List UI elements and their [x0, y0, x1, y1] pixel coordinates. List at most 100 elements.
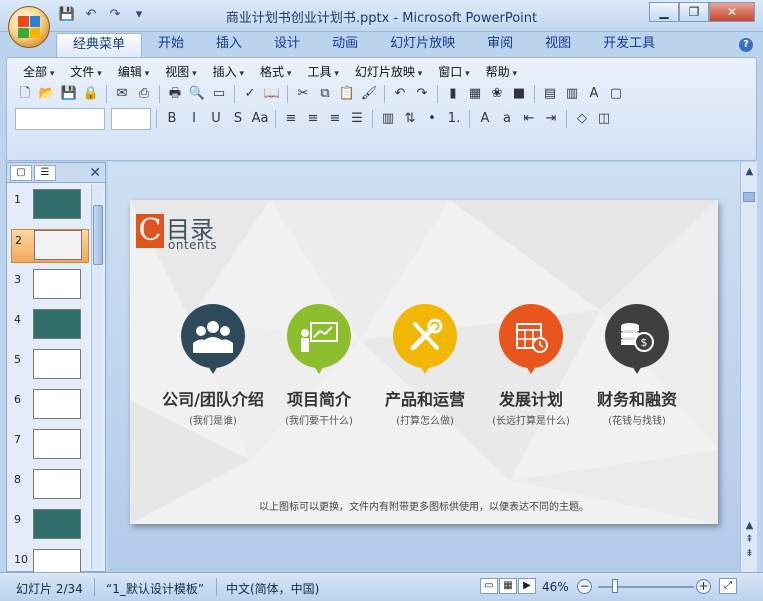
next-slide-icon[interactable]: ⇟ [741, 548, 758, 559]
zoom-level[interactable]: 46% [542, 580, 569, 594]
page-setup-icon[interactable]: ▭ [209, 84, 229, 104]
italic-icon[interactable]: I [184, 109, 204, 129]
normal-view-button[interactable]: ▭ [480, 578, 498, 594]
fit-to-window-button[interactable]: ⤢ [719, 578, 737, 594]
redo-icon[interactable]: ↷ [412, 84, 432, 104]
language-indicator[interactable]: 中文(简体，中国) [226, 580, 319, 597]
menu-item-7[interactable]: 幻灯片放映 [347, 64, 430, 82]
paste-icon[interactable]: 📋 [337, 84, 357, 104]
zoom-in-button[interactable]: + [696, 579, 711, 594]
current-slide[interactable]: C 目录 ontents 公司/团队介绍 (我们是谁) 项目简介 (我们要干什么… [130, 200, 718, 524]
font-shrink-icon[interactable]: a [497, 109, 517, 129]
open-icon[interactable]: 📂 [37, 84, 57, 104]
slides-tab[interactable]: ▢ [10, 164, 32, 181]
tab-8[interactable]: 开发工具 [587, 33, 671, 57]
menu-item-0[interactable]: 全部 [15, 64, 62, 82]
research-icon[interactable]: 📖 [262, 84, 282, 104]
justify-icon[interactable]: ☰ [347, 109, 367, 129]
theme-name[interactable]: “1_默认设计模板” [106, 580, 204, 597]
menu-item-9[interactable]: 帮助 [478, 64, 525, 82]
align-center-icon[interactable]: ≡ [303, 109, 323, 129]
new-icon[interactable]: 🗋 [15, 84, 35, 104]
text-direction-icon[interactable]: ⇅ [400, 109, 420, 129]
increase-indent-icon[interactable]: ⇥ [541, 109, 561, 129]
scroll-thumb[interactable] [743, 192, 755, 202]
slide-thumbnail[interactable]: 3 [11, 269, 89, 303]
previous-slide-icon[interactable]: ⇞ [741, 534, 758, 545]
slide-thumbnail[interactable]: 7 [11, 429, 89, 463]
numbering-icon[interactable]: 1. [444, 109, 464, 129]
menu-item-3[interactable]: 视图 [157, 64, 204, 82]
decrease-indent-icon[interactable]: ⇤ [519, 109, 539, 129]
minimize-button[interactable]: ▁ [649, 2, 679, 22]
editor-scrollbar[interactable]: ▲ ▲ ⇞ ⇟ [740, 162, 757, 572]
print-preview-icon[interactable]: 🔍 [187, 84, 207, 104]
menu-item-1[interactable]: 文件 [62, 64, 109, 82]
menu-item-5[interactable]: 格式 [252, 64, 299, 82]
font-grow-icon[interactable]: A [475, 109, 495, 129]
layout-icon[interactable]: ▥ [562, 84, 582, 104]
change-case-icon[interactable]: Aa [250, 109, 270, 129]
font-size-combo[interactable] [111, 108, 151, 130]
tab-3[interactable]: 设计 [258, 33, 316, 57]
maximize-button[interactable]: ❐ [679, 2, 709, 22]
tab-1[interactable]: 开始 [142, 33, 200, 57]
print-icon[interactable]: 🖶 [165, 84, 185, 104]
scroll-up-icon[interactable]: ▲ [741, 166, 758, 177]
copy-icon[interactable]: ⧉ [315, 84, 335, 104]
underline-icon[interactable]: U [206, 109, 226, 129]
spelling-icon[interactable]: ✓ [240, 84, 260, 104]
outline-tab[interactable]: ☰ [34, 164, 56, 181]
close-icon[interactable]: ✕ [89, 165, 101, 181]
arrange-icon[interactable]: ◫ [594, 109, 614, 129]
folder-icon[interactable]: ▢ [606, 84, 626, 104]
format-painter-icon[interactable]: 🖌 [359, 84, 379, 104]
font-name-combo[interactable] [15, 108, 105, 130]
align-right-icon[interactable]: ≡ [325, 109, 345, 129]
table-icon[interactable]: ▦ [465, 84, 485, 104]
strikethrough-icon[interactable]: S [228, 109, 248, 129]
office-button[interactable] [8, 6, 50, 48]
zoom-slider-handle[interactable] [612, 579, 618, 593]
slide-thumbnail[interactable]: 1 [11, 189, 89, 223]
columns-icon[interactable]: ▥ [378, 109, 398, 129]
save-icon[interactable]: 💾 [59, 84, 79, 104]
slide-thumbnail[interactable]: 2 [11, 229, 89, 263]
scroll-thumb[interactable] [93, 205, 103, 265]
publish-icon[interactable]: ⎙ [134, 84, 154, 104]
slideshow-button[interactable]: ▶ [518, 578, 536, 594]
menu-item-8[interactable]: 窗口 [430, 64, 477, 82]
tab-5[interactable]: 幻灯片放映 [374, 33, 471, 57]
permission-icon[interactable]: 🔒 [81, 84, 101, 104]
slide-sorter-button[interactable]: ▦ [499, 578, 517, 594]
close-button[interactable]: ✕ [709, 2, 755, 22]
undo-icon[interactable]: ↶ [390, 84, 410, 104]
chart-icon[interactable]: ▮ [443, 84, 463, 104]
cut-icon[interactable]: ✂ [293, 84, 313, 104]
help-icon[interactable]: ? [739, 38, 753, 52]
slide-thumbnail[interactable]: 6 [11, 389, 89, 423]
zoom-out-button[interactable]: − [577, 579, 592, 594]
menu-item-2[interactable]: 编辑 [110, 64, 157, 82]
align-left-icon[interactable]: ≡ [281, 109, 301, 129]
font-color-icon[interactable]: A [584, 84, 604, 104]
email-icon[interactable]: ✉ [112, 84, 132, 104]
tab-4[interactable]: 动画 [316, 33, 374, 57]
color-icon[interactable]: ■ [509, 84, 529, 104]
clipart-icon[interactable]: ❀ [487, 84, 507, 104]
tab-6[interactable]: 审阅 [471, 33, 529, 57]
thumbnails-scrollbar[interactable] [91, 185, 103, 569]
new-slide-icon[interactable]: ▤ [540, 84, 560, 104]
menu-item-4[interactable]: 插入 [205, 64, 252, 82]
slide-thumbnail[interactable]: 4 [11, 309, 89, 343]
shapes-icon[interactable]: ◇ [572, 109, 592, 129]
scroll-up-icon[interactable]: ▲ [741, 520, 758, 531]
tab-2[interactable]: 插入 [200, 33, 258, 57]
tab-0[interactable]: 经典菜单 [56, 33, 143, 57]
slide-thumbnail[interactable]: 8 [11, 469, 89, 503]
menu-item-6[interactable]: 工具 [299, 64, 346, 82]
bullets-icon[interactable]: • [422, 109, 442, 129]
slide-thumbnail[interactable]: 9 [11, 509, 89, 543]
bold-icon[interactable]: B [162, 109, 182, 129]
slide-thumbnail[interactable]: 5 [11, 349, 89, 383]
